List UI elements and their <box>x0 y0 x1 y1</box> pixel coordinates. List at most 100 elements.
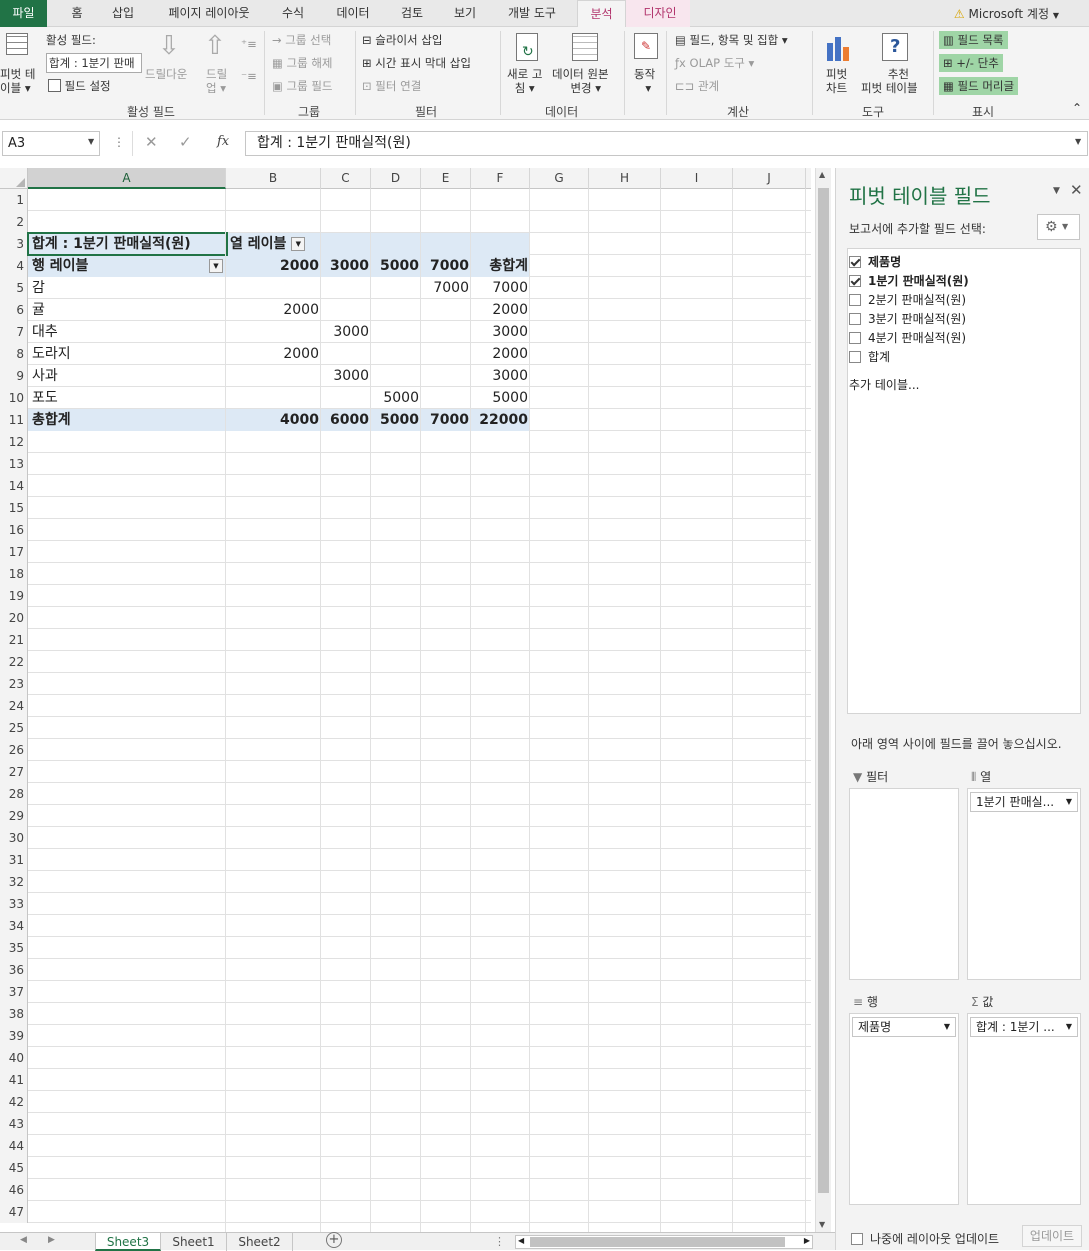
close-icon[interactable]: ✕ <box>1070 181 1083 199</box>
row-header[interactable]: 37 <box>0 981 28 1003</box>
pivot-value-cell[interactable] <box>226 365 321 387</box>
group-field-button[interactable]: ▣ 그룹 필드 <box>272 79 333 93</box>
pivot-grand-total-cell[interactable]: 5000 <box>371 409 421 431</box>
buttons-toggle[interactable]: ⊞ +/- 단추 <box>939 54 1003 72</box>
formula-bar-options-icon[interactable]: ⋮ <box>113 135 125 149</box>
column-header-b[interactable]: B <box>226 168 321 189</box>
row-header[interactable]: 16 <box>0 519 28 541</box>
pivot-value-cell[interactable] <box>371 299 421 321</box>
formula-input[interactable]: 합계 : 1분기 판매실적(원) <box>245 131 1088 156</box>
worksheet-grid[interactable]: ABCDEFGHIJ 1 2 3 4 5 6 7 8 9 10 11 12 13 14 15 16 17 18 19… <box>0 168 811 1232</box>
change-data-source-button[interactable]: 데이터 원본 변경 ▾ <box>552 67 609 95</box>
row-header[interactable]: 45 <box>0 1157 28 1179</box>
pivot-value-cell[interactable] <box>421 365 471 387</box>
pivot-value-cell[interactable]: 2000 <box>471 299 530 321</box>
checkbox-icon[interactable] <box>849 332 861 344</box>
pivot-value-cell[interactable]: 5000 <box>371 387 421 409</box>
row-header[interactable]: 13 <box>0 453 28 475</box>
row-header[interactable]: 8 <box>0 343 28 365</box>
row-header[interactable]: 15 <box>0 497 28 519</box>
pivot-column-header[interactable]: 2000 <box>226 255 321 277</box>
expand-formula-icon[interactable]: ▼ <box>1075 137 1081 146</box>
fields-items-sets-button[interactable]: ▤ 필드, 항목 및 집합 ▾ <box>675 33 788 47</box>
row-header[interactable]: 10 <box>0 387 28 409</box>
collapse-ribbon-icon[interactable]: ⌃ <box>1072 101 1082 115</box>
tab-insert[interactable]: 삽입 <box>103 0 143 27</box>
account-menu[interactable]: ⚠ Microsoft 계정 ▼ <box>954 5 1059 22</box>
add-sheet-icon[interactable]: + <box>326 1232 342 1248</box>
checkbox-icon[interactable] <box>849 256 861 268</box>
pivot-grand-total-cell[interactable]: 4000 <box>226 409 321 431</box>
collapse-field-icon[interactable]: ⁻≡ <box>241 69 257 83</box>
scroll-right-icon[interactable]: ▶ <box>804 1236 810 1245</box>
gear-icon[interactable]: ⚙ ▼ <box>1037 214 1080 240</box>
tab-formulas[interactable]: 수식 <box>273 0 313 27</box>
row-header[interactable]: 12 <box>0 431 28 453</box>
tab-file[interactable]: 파일 <box>0 0 47 27</box>
pivot-grand-total-label[interactable]: 총합계 <box>32 409 226 431</box>
relationships-button[interactable]: ⊏⊐ 관계 <box>675 79 719 93</box>
columns-area[interactable]: 1분기 판매실... <box>967 788 1081 980</box>
tab-data[interactable]: 데이터 <box>327 0 379 27</box>
pivot-value-cell[interactable]: 7000 <box>421 277 471 299</box>
row-header[interactable]: 41 <box>0 1069 28 1091</box>
pivot-value-cell[interactable] <box>371 343 421 365</box>
pivot-row-label[interactable]: 대추 <box>32 321 226 343</box>
column-header-g[interactable]: G <box>530 168 589 189</box>
row-header[interactable]: 20 <box>0 607 28 629</box>
scroll-thumb[interactable] <box>818 188 829 1193</box>
filter-dropdown-icon[interactable]: ▼ <box>291 237 306 251</box>
field-item[interactable]: 1분기 판매실적(원) <box>849 273 969 289</box>
insert-slicer-button[interactable]: ⊟ 슬라이서 삽입 <box>362 33 442 47</box>
filters-area[interactable] <box>849 788 959 980</box>
pivot-value-cell[interactable] <box>421 299 471 321</box>
pivot-table-button[interactable]: 피벗 테 이블 ▾ <box>0 67 35 95</box>
pivot-value-cell[interactable]: 3000 <box>471 321 530 343</box>
pivot-row-label[interactable]: 감 <box>32 277 226 299</box>
checkbox-icon[interactable] <box>849 351 861 363</box>
column-header-c[interactable]: C <box>321 168 371 189</box>
field-headers-toggle[interactable]: ▦ 필드 머리글 <box>939 77 1019 95</box>
filter-dropdown-icon[interactable]: ▼ <box>209 259 223 273</box>
column-header-d[interactable]: D <box>371 168 421 189</box>
tab-analyze[interactable]: 분석 <box>577 0 626 28</box>
pivot-grand-total-cell[interactable]: 22000 <box>471 409 530 431</box>
vertical-scrollbar[interactable]: ▲ ▼ <box>815 168 831 1232</box>
columns-field-chip[interactable]: 1분기 판매실... <box>970 792 1078 812</box>
actions-button[interactable]: 동작 ▾ <box>634 67 655 95</box>
row-header[interactable]: 25 <box>0 717 28 739</box>
rows-area[interactable]: 제품명 <box>849 1013 959 1205</box>
row-header[interactable]: 7 <box>0 321 28 343</box>
pivot-value-cell[interactable] <box>321 299 371 321</box>
recommended-pivot-button[interactable]: 추천 피벗 테이블 <box>861 67 918 95</box>
pivot-value-cell[interactable]: 3000 <box>471 365 530 387</box>
field-item[interactable]: 4분기 판매실적(원) <box>849 330 966 346</box>
column-header-f[interactable]: F <box>471 168 530 189</box>
row-header[interactable]: 19 <box>0 585 28 607</box>
row-header[interactable]: 33 <box>0 893 28 915</box>
tab-design[interactable]: 디자인 <box>632 0 688 27</box>
scroll-up-icon[interactable]: ▲ <box>819 170 825 179</box>
pane-options-icon[interactable]: ▼ <box>1053 186 1060 196</box>
insert-function-icon[interactable]: fx <box>217 134 229 149</box>
olap-tools-button[interactable]: ƒx OLAP 도구 ▾ <box>675 56 754 70</box>
scroll-down-icon[interactable]: ▼ <box>819 1220 825 1229</box>
tab-view[interactable]: 보기 <box>444 0 486 27</box>
pivot-column-labels-header[interactable]: 열 레이블 ▼ <box>230 233 371 255</box>
row-header[interactable]: 18 <box>0 563 28 585</box>
row-header[interactable]: 39 <box>0 1025 28 1047</box>
column-header-e[interactable]: E <box>421 168 471 189</box>
pivot-value-cell[interactable] <box>321 277 371 299</box>
tab-developer[interactable]: 개발 도구 <box>496 0 568 27</box>
pivot-row-label[interactable]: 사과 <box>32 365 226 387</box>
field-settings-button[interactable]: 필드 설정 <box>48 79 111 93</box>
pivot-column-header[interactable]: 총합계 <box>471 255 530 277</box>
pivot-value-cell[interactable]: 3000 <box>321 321 371 343</box>
sheet-tab-sheet2[interactable]: Sheet2 <box>227 1233 293 1251</box>
pivot-value-cell[interactable] <box>371 365 421 387</box>
pivot-column-header[interactable]: 5000 <box>371 255 421 277</box>
sheet-tab-sheet1[interactable]: Sheet1 <box>161 1233 227 1251</box>
pivot-value-cell[interactable] <box>226 277 321 299</box>
checkbox-icon[interactable] <box>849 294 861 306</box>
pivot-value-cell[interactable] <box>371 321 421 343</box>
